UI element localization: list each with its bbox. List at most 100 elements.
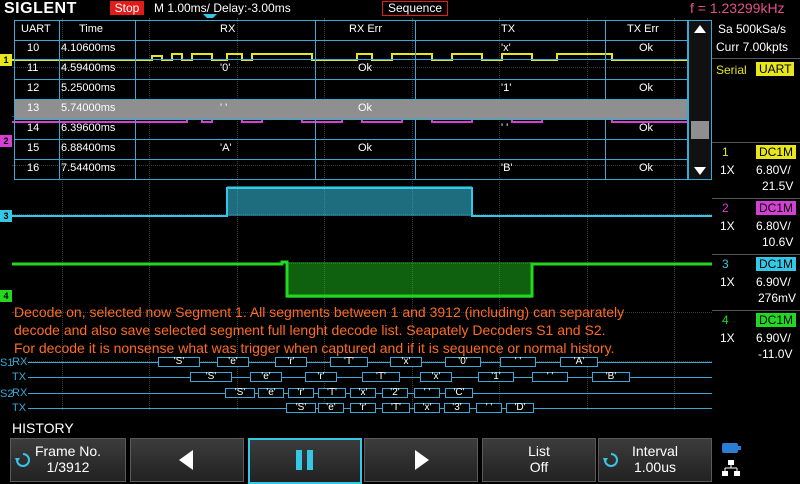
run-stop-status[interactable]: Stop: [110, 1, 144, 15]
header-tx: TX: [501, 23, 516, 35]
header-uart: UART: [21, 23, 51, 35]
row-time: 7.54400ms: [61, 162, 116, 174]
top-status-bar: SIGLENT Stop M 1.00ms/ Delay:-3.00ms Seq…: [0, 0, 800, 21]
row-index: 11: [27, 62, 39, 74]
list-value: Off: [529, 459, 549, 475]
row-tx-err: Ok: [639, 82, 654, 94]
bus-packet: 'T': [382, 403, 410, 413]
ch3-marker[interactable]: 3: [0, 210, 12, 222]
row-time: 6.88400ms: [61, 142, 116, 154]
row-rx-err: Ok: [358, 102, 373, 114]
ch1-marker[interactable]: 1: [0, 54, 12, 66]
row-rx: 'A': [220, 142, 232, 154]
row-rx: ' ': [220, 102, 228, 114]
bus-packet: '0': [445, 357, 481, 367]
rotate-knob-icon: [15, 453, 30, 467]
chevron-left-icon: [179, 450, 193, 470]
probe-ratio: 1X: [720, 331, 735, 345]
usb-storage-icon: [722, 443, 741, 453]
channel-offset: 10.6V: [762, 235, 794, 249]
annotation-line: decode and also save selected segment fu…: [14, 322, 606, 338]
row-time: 5.74000ms: [61, 102, 116, 114]
acquire-mode-badge: Sequence: [382, 1, 448, 16]
bus-packet: 'x': [414, 403, 440, 413]
list-toggle-button[interactable]: List Off: [482, 438, 596, 482]
header-tx-err: TX Err: [627, 23, 659, 35]
bus-packet: 'D': [506, 403, 534, 413]
row-rx-err: Ok: [358, 62, 373, 74]
row-tx: 'x': [501, 42, 511, 54]
bus-packet: 'T': [362, 372, 400, 382]
scrollbar-thumb[interactable]: [691, 121, 709, 139]
channel-number: 1: [722, 145, 729, 159]
annotation-line: For decode it is nonsense what was trigg…: [14, 340, 615, 356]
scroll-down-icon[interactable]: [694, 167, 706, 175]
decode-protocol-badge: UART: [756, 62, 795, 76]
bus-tx-label: TX: [12, 371, 27, 383]
channel-number: 3: [722, 257, 729, 271]
ch2-marker[interactable]: 2: [0, 135, 12, 147]
bus-packet: 'e': [258, 388, 284, 398]
channel-number: 2: [722, 201, 729, 215]
row-tx-err: Ok: [639, 122, 654, 134]
right-info-panel: Sa 500kSa/s Curr 7.00kpts Serial UART 1 …: [712, 18, 800, 438]
channel-4-info[interactable]: 4 DC1M 1X 6.90V/ -11.0V: [712, 310, 800, 367]
bus-packet: 'e': [318, 403, 344, 413]
row-tx: ' ': [501, 122, 509, 134]
channel-offset: -11.0V: [758, 347, 793, 361]
table-row[interactable]: 14 6.39600ms ' ' Ok: [15, 120, 687, 140]
ch4-marker[interactable]: 4: [0, 290, 12, 302]
bus-packet: 'e': [217, 357, 249, 367]
previous-frame-button[interactable]: [130, 438, 244, 482]
chevron-right-icon: [415, 450, 429, 470]
table-row[interactable]: 10 4.10600ms 'x' Ok: [15, 40, 687, 60]
row-time: 5.25000ms: [61, 82, 116, 94]
timebase-readout[interactable]: M 1.00ms/ Delay:-3.00ms: [154, 1, 291, 15]
bus-packet: 'r': [305, 372, 337, 382]
row-time: 4.59400ms: [61, 62, 116, 74]
channel-offset: 21.5V: [762, 179, 794, 193]
next-frame-button[interactable]: [364, 438, 478, 482]
coupling-badge: DC1M: [756, 201, 797, 215]
row-index: 15: [27, 142, 40, 154]
coupling-badge: DC1M: [756, 257, 797, 271]
bus-packet: 'C': [445, 388, 473, 398]
table-row[interactable]: 15 6.88400ms 'A' Ok: [15, 140, 687, 160]
row-index: 14: [27, 122, 40, 134]
volts-per-div: 6.80V/: [756, 163, 791, 177]
bus-packet: 'T': [318, 388, 346, 398]
network-icon: [722, 460, 740, 476]
rotate-knob-icon: [603, 453, 618, 467]
bus-packet: ' ': [500, 357, 536, 367]
coupling-badge: DC1M: [756, 145, 797, 159]
bus-packet: '2': [382, 388, 408, 398]
frame-number-button[interactable]: Frame No. 1/3912: [10, 438, 126, 482]
interval-button[interactable]: Interval 1.00us: [598, 438, 712, 482]
decode-type-label: Serial: [716, 63, 747, 77]
row-rx-err: Ok: [358, 142, 373, 154]
probe-ratio: 1X: [720, 163, 735, 177]
history-menu-title: HISTORY: [12, 420, 74, 436]
table-row[interactable]: 16 7.54400ms 'B' Ok: [15, 160, 687, 179]
table-scrollbar[interactable]: [688, 20, 712, 180]
bus-packet: ' ': [414, 388, 440, 398]
channel-1-info[interactable]: 1 DC1M 1X 6.80V/ 21.5V: [712, 142, 800, 199]
annotation-line: Decode on, selected now Segment 1. All s…: [14, 304, 625, 320]
pause-icon: [296, 450, 313, 470]
memory-depth: Curr 7.00kpts: [716, 40, 789, 54]
channel-2-info[interactable]: 2 DC1M 1X 6.80V/ 10.6V: [712, 198, 800, 255]
bus-packet: 'T': [330, 357, 368, 367]
row-time: 6.39600ms: [61, 122, 116, 134]
scroll-up-icon[interactable]: [694, 25, 706, 33]
bus-packet: '1': [478, 372, 514, 382]
channel-3-info[interactable]: 3 DC1M 1X 6.90V/ 276mV: [712, 254, 800, 311]
decode-info[interactable]: Serial UART: [712, 58, 800, 147]
table-row[interactable]: 12 5.25000ms '1' Ok: [15, 80, 687, 100]
table-row-selected[interactable]: 13 5.74000ms ' ' Ok: [15, 100, 687, 120]
decode-list-table[interactable]: UART Time RX RX Err TX TX Err 10 4.10600…: [14, 20, 688, 180]
bus-packet: 'B': [592, 372, 630, 382]
row-tx-err: Ok: [639, 162, 654, 174]
pause-button[interactable]: [248, 438, 362, 484]
bus-tx-label: TX: [12, 402, 27, 414]
table-row[interactable]: 11 4.59400ms '0' Ok: [15, 60, 687, 80]
